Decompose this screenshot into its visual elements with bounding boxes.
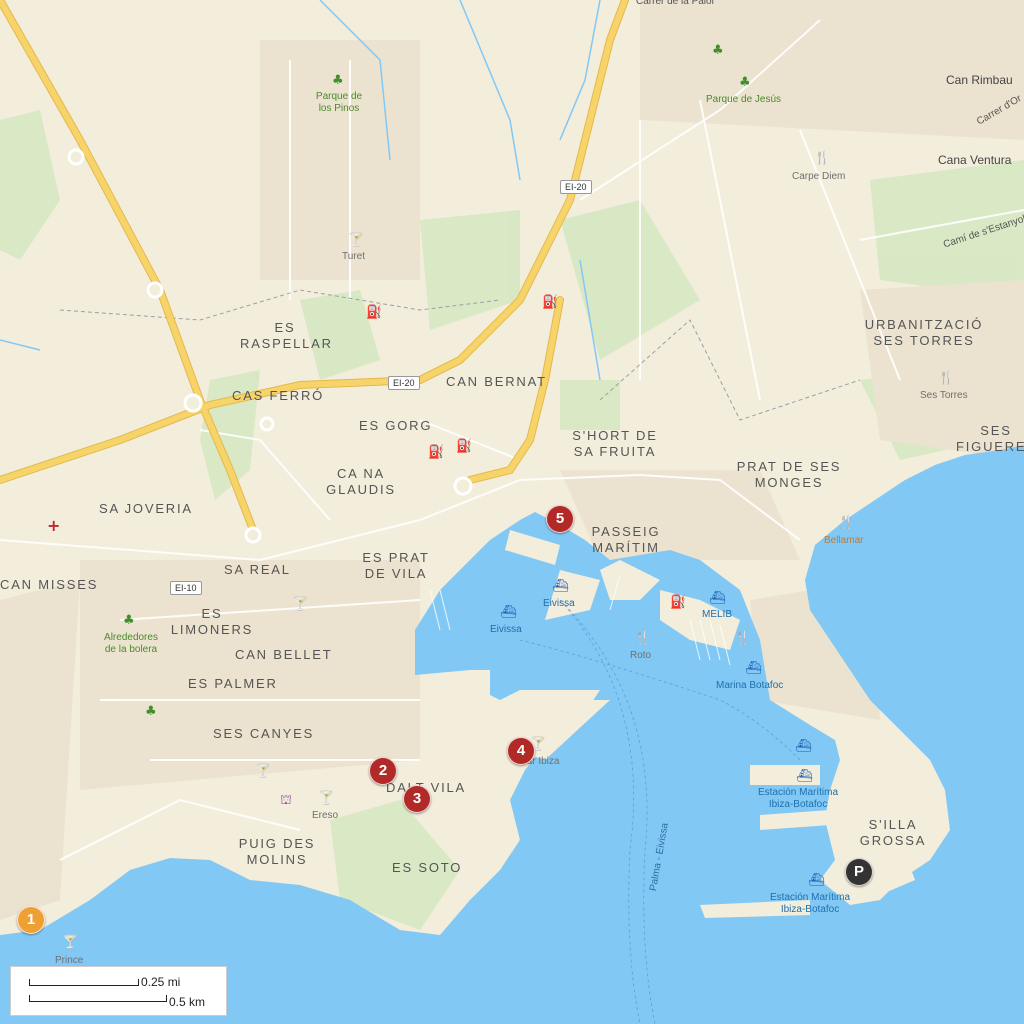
park-label-parque-pinos: Parque de los Pinos [315, 91, 363, 114]
district-cas-ferro: CAS FERRÓ [232, 388, 325, 403]
ferry-label-eivissa-2: Eivissa [543, 598, 575, 609]
bar-icon[interactable]: 🍸 [348, 234, 364, 248]
district-prat-de-ses-monges: PRAT DE SES MONGES [736, 459, 842, 490]
district-can-misses: CAN MISSES [0, 577, 99, 592]
fuel-icon[interactable]: ⛽ [670, 596, 686, 610]
district-ca-na-glaudis: CA NA GLAUDIS [326, 466, 396, 497]
district-ses-canyes: SES CANYES [213, 726, 315, 741]
scale-bar-imperial-line [29, 979, 139, 986]
poi-label-roto: Roto [630, 650, 652, 661]
parking-marker[interactable]: P [845, 858, 873, 886]
ferry-label-estacion-2: Estación Marítima Ibiza-Botafoc [770, 892, 851, 915]
district-es-palmer: ES PALMER [188, 676, 278, 691]
ferry-label-eivissa-1: Eivissa [490, 624, 522, 635]
map-marker-5[interactable]: 5 [546, 505, 574, 533]
park-tree-icon: ♣ [712, 43, 724, 58]
restaurant-icon[interactable]: 🍴 [838, 516, 854, 530]
poi-label-turet: Turet [342, 251, 365, 262]
ferry-icon[interactable]: ⛴ [795, 740, 812, 754]
park-label-alrededores: Alrededores de la bolera [104, 632, 158, 655]
road-shield-ei20-top: EI-20 [560, 180, 592, 194]
map-marker-2[interactable]: 2 [369, 757, 397, 785]
map-marker-1[interactable]: 1 [17, 906, 45, 934]
place-can-rimbau: Can Rimbau [946, 73, 1013, 87]
poi-label-ereso: Ereso [312, 810, 339, 821]
ferry-icon[interactable]: ⛴ [552, 580, 569, 594]
place-cana-ventura: Cana Ventura [938, 153, 1012, 167]
map-marker-4[interactable]: 4 [507, 737, 535, 765]
road-shield-ei10: EI-10 [170, 581, 202, 595]
fuel-icon[interactable]: ⛽ [542, 296, 558, 310]
district-can-bellet: CAN BELLET [235, 647, 333, 662]
ferry-label-melib: MELIB [702, 609, 733, 620]
district-puig-des-molins: PUIG DES MOLINS [238, 836, 316, 867]
district-silla-grossa: S'ILLA GROSSA [859, 817, 927, 848]
ferry-icon[interactable]: ⛴ [500, 606, 517, 620]
fuel-icon[interactable]: ⛽ [428, 446, 444, 460]
district-can-bernat: CAN BERNAT [446, 374, 547, 389]
scale-bar-metric-line [29, 995, 167, 1002]
park-tree-icon: ♣ [739, 75, 751, 90]
park-tree-icon: ♣ [123, 613, 135, 628]
district-sa-joveria: SA JOVERIA [99, 501, 193, 516]
map-marker-3[interactable]: 3 [403, 785, 431, 813]
road-label-carrer-top: Carrer de la Palol [636, 0, 714, 7]
district-es-gorg: ES GORG [359, 418, 433, 433]
poi-label-bellamar: Bellamar [824, 535, 864, 546]
park-tree-icon: ♣ [145, 704, 157, 719]
ferry-icon[interactable]: ⛴ [709, 592, 726, 606]
bar-icon[interactable]: 🍸 [318, 792, 334, 806]
map-canvas[interactable]: EI-20 EI-20 EI-10 Carrer de la Palol Car… [0, 0, 1024, 1024]
restaurant-icon[interactable]: 🍴 [938, 372, 954, 386]
road-shield-ei20-mid: EI-20 [388, 376, 420, 390]
district-urbanitzacio-ses-torres: URBANITZACIÓ SES TORRES [864, 317, 984, 348]
scale-bar: 0.25 mi 0.5 km [10, 966, 227, 1016]
ferry-icon[interactable]: ⛴ [808, 874, 825, 888]
poi-label-carpe-diem: Carpe Diem [792, 171, 846, 182]
bar-icon[interactable]: 🍸 [255, 765, 271, 779]
district-ses-figueres: SES FIGUERES [956, 423, 1024, 454]
bar-icon[interactable]: 🍸 [62, 936, 78, 950]
scale-label-imperial: 0.25 mi [141, 975, 181, 989]
museum-icon[interactable]: ⛫ [280, 794, 292, 808]
bar-icon[interactable]: 🍸 [292, 598, 308, 612]
park-tree-icon: ♣ [332, 73, 344, 88]
restaurant-icon[interactable]: 🍴 [634, 632, 650, 646]
district-shortdesafruita: S'HORT DE SA FRUITA [572, 428, 658, 459]
district-passeig-maritim: PASSEIG MARÍTIM [591, 524, 661, 555]
poi-label-ses-torres: Ses Torres [920, 390, 968, 401]
district-sa-real: SA REAL [224, 562, 291, 577]
scale-label-metric: 0.5 km [169, 995, 206, 1009]
district-es-soto: ES SOTO [392, 860, 463, 875]
district-es-limoners: ES LIMONERS [170, 606, 254, 637]
hospital-icon[interactable]: + [47, 518, 60, 534]
ferry-icon[interactable]: ⛴ [745, 662, 762, 676]
ferry-label-estacion-1: Estación Marítima Ibiza-Botafoc [758, 787, 839, 810]
restaurant-icon[interactable]: 🍴 [734, 632, 750, 646]
fuel-icon[interactable]: ⛽ [456, 440, 472, 454]
fuel-icon[interactable]: ⛽ [366, 306, 382, 320]
district-es-prat-de-vila: ES PRAT DE VILA [362, 550, 430, 581]
ferry-icon[interactable]: ⛴ [796, 770, 813, 784]
ferry-label-marina-botafoc: Marina Botafoc [716, 680, 784, 691]
park-label-parque-jesus: Parque de Jesús [706, 94, 782, 105]
district-es-raspellar: ES RASPELLAR [240, 320, 333, 351]
restaurant-icon[interactable]: 🍴 [814, 152, 830, 166]
